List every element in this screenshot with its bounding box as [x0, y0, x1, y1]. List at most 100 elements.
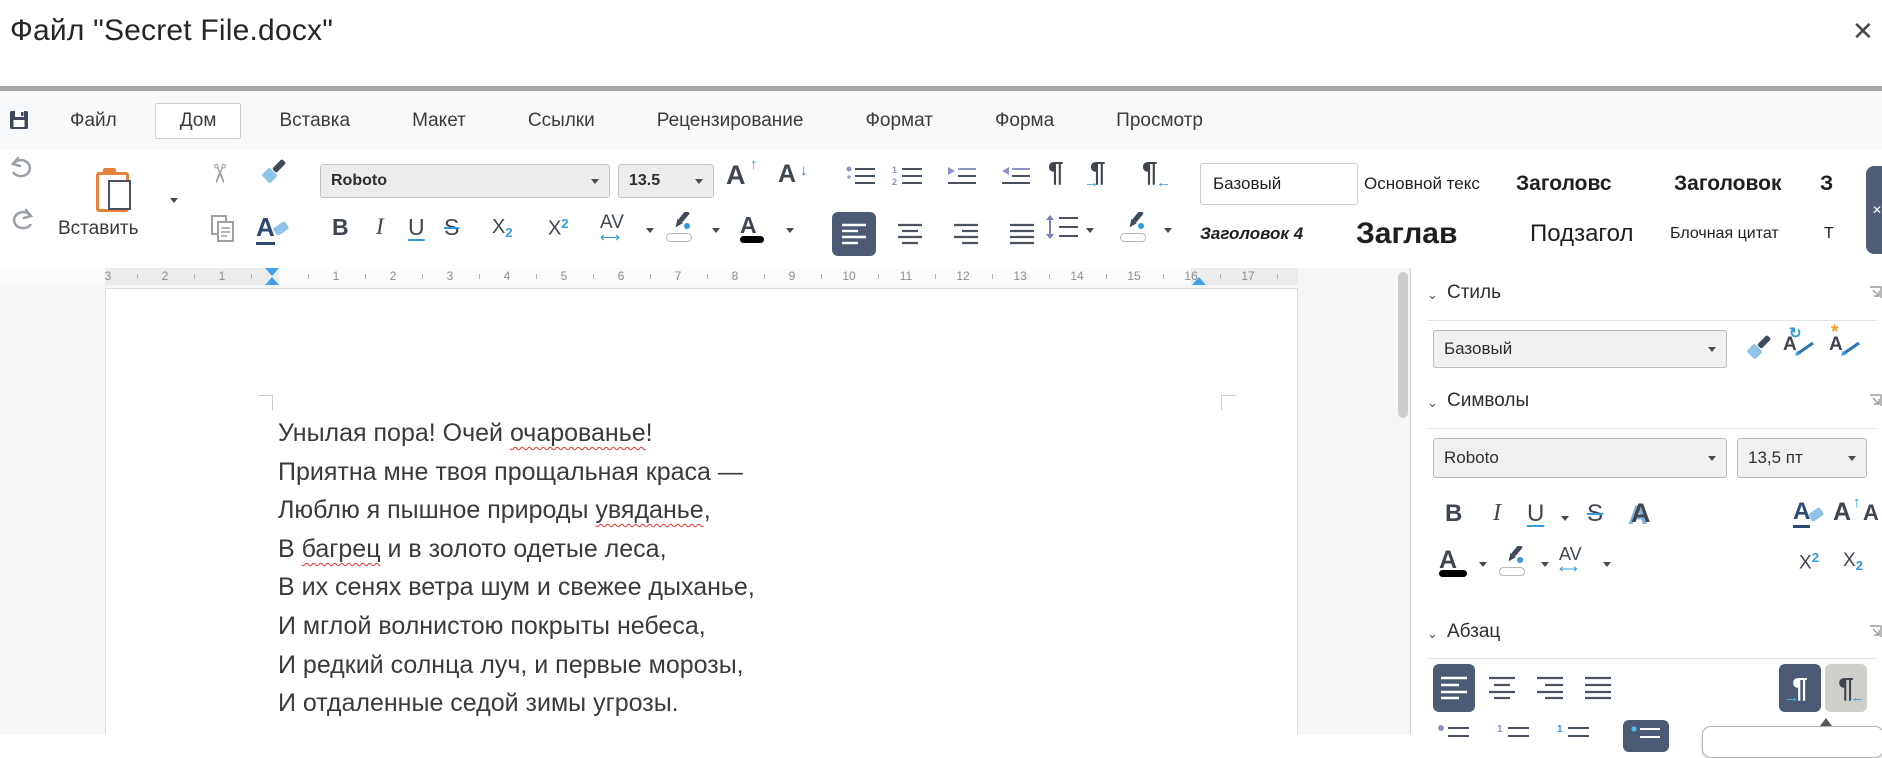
- sb-text-effects-icon[interactable]: A: [1631, 498, 1651, 529]
- format-painter-icon[interactable]: [258, 158, 286, 188]
- italic-icon[interactable]: I: [376, 214, 384, 240]
- close-icon[interactable]: ✕: [1852, 16, 1874, 47]
- style-expand-icon[interactable]: [1869, 286, 1882, 299]
- style-gallery-item[interactable]: Базовый: [1200, 163, 1358, 205]
- styles-gallery-more-button[interactable]: ✕: [1866, 166, 1882, 254]
- redo-icon[interactable]: [8, 208, 36, 232]
- highlight-color-dropdown[interactable]: [712, 228, 720, 233]
- increase-indent-icon[interactable]: [946, 164, 978, 190]
- align-left-button[interactable]: [832, 212, 876, 256]
- style-gallery-item[interactable]: Блочная цитат: [1670, 225, 1818, 243]
- sb-subscript-icon[interactable]: X2: [1843, 550, 1863, 573]
- symbols-size-select[interactable]: 13,5 пт: [1737, 438, 1867, 478]
- font-color-dropdown[interactable]: [786, 228, 794, 233]
- sb-font-color-dropdown[interactable]: [1479, 562, 1487, 567]
- paragraph-expand-icon[interactable]: [1869, 625, 1882, 638]
- sb-underline-dropdown[interactable]: [1561, 516, 1569, 521]
- style-gallery-item[interactable]: Заголовок 4: [1200, 224, 1350, 244]
- collapse-symbols-icon[interactable]: ⌄: [1427, 395, 1438, 411]
- sb-numbered-list-icon[interactable]: 1: [1497, 722, 1531, 750]
- sb-bold-icon[interactable]: B: [1445, 500, 1462, 528]
- cut-icon[interactable]: ✂: [203, 163, 234, 185]
- font-size-select[interactable]: 13.5: [618, 164, 714, 198]
- bullet-list-icon[interactable]: [845, 164, 877, 190]
- paste-icon[interactable]: [96, 168, 130, 210]
- menu-tab-макет[interactable]: Макет: [388, 104, 490, 138]
- subscript-icon[interactable]: X2: [492, 216, 513, 240]
- hanging-indent-marker[interactable]: [265, 277, 279, 285]
- sb-font-color-icon[interactable]: A: [1439, 546, 1457, 575]
- menu-tab-формат[interactable]: Формат: [841, 104, 957, 138]
- document-scrollbar[interactable]: [1398, 272, 1408, 418]
- increase-font-icon[interactable]: A↑: [726, 160, 746, 191]
- sb-increase-font-icon[interactable]: A↑: [1833, 498, 1851, 527]
- first-line-indent-marker[interactable]: [265, 268, 279, 276]
- style-gallery-item[interactable]: Заголовс: [1516, 172, 1668, 196]
- line-spacing-dropdown[interactable]: [1086, 228, 1094, 233]
- paragraph-shading-icon[interactable]: [1120, 212, 1148, 234]
- style-gallery-item[interactable]: Подзагол: [1530, 220, 1664, 248]
- letter-spacing-dropdown[interactable]: [646, 228, 654, 233]
- sb-underline-icon[interactable]: U: [1527, 500, 1544, 528]
- sb-align-right-button[interactable]: [1529, 664, 1571, 712]
- strikethrough-icon[interactable]: S: [444, 214, 459, 241]
- new-style-icon[interactable]: * A: [1829, 334, 1843, 356]
- numbered-list-icon[interactable]: 12: [892, 164, 924, 190]
- document-page[interactable]: Унылая пора! Очей очарованье!Приятна мне…: [105, 288, 1298, 734]
- style-painter-icon[interactable]: [1743, 334, 1771, 364]
- sb-clear-formatting-icon[interactable]: A: [1793, 498, 1810, 526]
- align-right-button[interactable]: [944, 212, 988, 256]
- style-select[interactable]: Базовый: [1433, 330, 1727, 368]
- align-center-button[interactable]: [888, 212, 932, 256]
- superscript-icon[interactable]: X2: [548, 216, 569, 240]
- sb-rtl-paragraph-button[interactable]: ¶←: [1825, 664, 1867, 712]
- ltr-paragraph-icon[interactable]: ¶→: [1090, 158, 1106, 186]
- sb-letter-spacing-dropdown[interactable]: [1603, 562, 1611, 567]
- sb-align-justify-button[interactable]: [1577, 664, 1619, 712]
- collapse-style-icon[interactable]: ⌄: [1427, 287, 1438, 303]
- font-color-icon[interactable]: A: [740, 212, 757, 239]
- sb-italic-icon[interactable]: I: [1493, 500, 1501, 527]
- style-gallery-item[interactable]: Заголовок: [1674, 172, 1814, 196]
- style-gallery-item[interactable]: Заглав: [1356, 217, 1524, 251]
- menu-tab-ссылки[interactable]: Ссылки: [504, 104, 619, 138]
- undo-icon[interactable]: [8, 156, 36, 180]
- sb-letter-spacing-icon[interactable]: AV ⟷: [1559, 544, 1582, 577]
- decrease-indent-icon[interactable]: [1000, 164, 1032, 190]
- sb-align-center-button[interactable]: [1481, 664, 1523, 712]
- sb-highlight-color-icon[interactable]: [1499, 546, 1527, 568]
- sb-align-left-button[interactable]: [1433, 664, 1475, 712]
- sb-strikethrough-icon[interactable]: S: [1587, 500, 1603, 528]
- font-name-select[interactable]: Roboto: [320, 164, 610, 198]
- collapse-paragraph-icon[interactable]: ⌄: [1427, 626, 1438, 642]
- decrease-font-icon[interactable]: A↓: [778, 160, 796, 189]
- menu-tab-вставка[interactable]: Вставка: [255, 104, 374, 138]
- paste-button[interactable]: Вставить: [58, 218, 139, 240]
- line-spacing-icon[interactable]: [1044, 214, 1080, 240]
- symbols-font-select[interactable]: Roboto: [1433, 438, 1727, 478]
- paste-dropdown-arrow[interactable]: [170, 198, 178, 203]
- sb-multilevel-list-button[interactable]: [1623, 720, 1669, 752]
- menu-tab-рецензирование[interactable]: Рецензирование: [633, 104, 828, 138]
- letter-spacing-icon[interactable]: AV ⟷: [600, 212, 624, 246]
- sb-bullet-list-icon[interactable]: [1437, 722, 1471, 750]
- style-gallery-item[interactable]: Основной текс: [1364, 174, 1510, 194]
- rtl-paragraph-icon[interactable]: ¶←: [1142, 158, 1158, 186]
- highlight-color-icon[interactable]: [666, 212, 694, 234]
- update-style-icon[interactable]: ↻ A: [1783, 334, 1797, 356]
- sb-superscript-icon[interactable]: X2: [1799, 550, 1819, 574]
- menu-tab-просмотр[interactable]: Просмотр: [1092, 104, 1227, 138]
- style-gallery-item[interactable]: З: [1820, 172, 1846, 196]
- show-paragraph-marks-icon[interactable]: ¶: [1048, 158, 1064, 186]
- sb-highlight-color-dropdown[interactable]: [1541, 562, 1549, 567]
- style-gallery-item[interactable]: Т: [1824, 225, 1850, 243]
- align-justify-button[interactable]: [1000, 212, 1044, 256]
- sb-decrease-font-icon[interactable]: A↓: [1863, 500, 1879, 526]
- bold-icon[interactable]: B: [332, 214, 349, 241]
- paragraph-shading-dropdown[interactable]: [1164, 228, 1172, 233]
- symbols-expand-icon[interactable]: [1869, 394, 1882, 407]
- clear-formatting-icon[interactable]: A: [256, 212, 275, 243]
- copy-icon[interactable]: [210, 214, 236, 244]
- menu-tab-дом[interactable]: Дом: [155, 103, 242, 139]
- sb-numbered-list2-icon[interactable]: 1: [1557, 722, 1591, 750]
